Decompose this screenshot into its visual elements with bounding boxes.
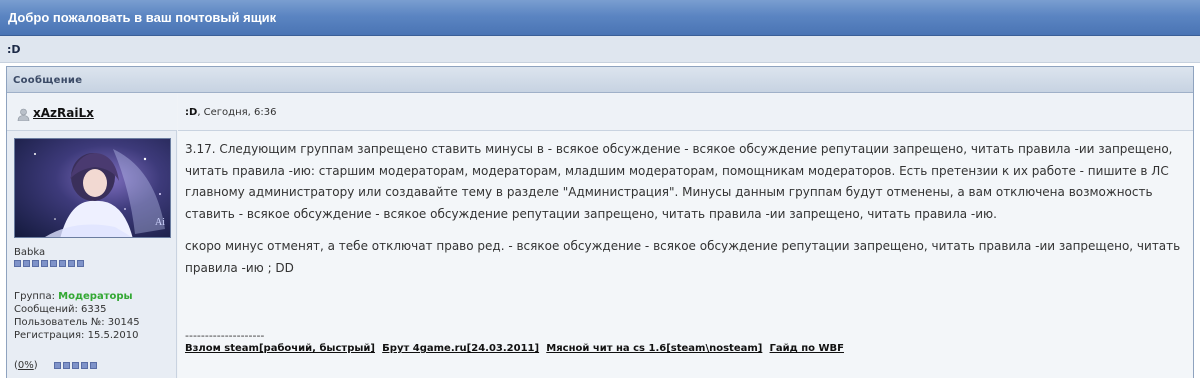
author-user-id: Пользователь №: 30145 — [14, 317, 140, 328]
signature-link[interactable]: Мясной чит на cs 1.6[steam\nosteam] — [546, 343, 762, 354]
avatar-image: Ai — [34, 149, 165, 237]
reputation-close-paren: ) — [33, 360, 38, 371]
message-subject-bar: :D — [0, 36, 1200, 63]
reputation-line: (0%) — [14, 360, 38, 371]
page-title: Добро пожаловать в ваш почтовый ящик — [8, 10, 277, 25]
author-registered-date: Регистрация: 15.5.2010 — [14, 330, 139, 341]
author-posts-count: Сообщений: 6335 — [14, 304, 107, 315]
post-meta: :D, Сегодня, 6:36 — [185, 107, 276, 118]
reputation-pips — [54, 362, 97, 369]
group-value: Модераторы — [58, 291, 133, 302]
rank-pip — [59, 260, 66, 267]
rank-pip — [41, 260, 48, 267]
post-column: :D, Сегодня, 6:36 3.17. Следующим группа… — [178, 94, 1193, 378]
author-column: xAzRaiLx Ai Babka Группа: Модераторы Соо… — [7, 94, 177, 378]
post-body: 3.17. Следующим группам запрещено ставит… — [185, 139, 1185, 290]
author-group-line: Группа: Модераторы — [14, 291, 133, 302]
rank-pip — [68, 260, 75, 267]
reputation-pip — [81, 362, 88, 369]
rank-pip — [50, 260, 57, 267]
post-paragraph: скоро минус отменят, а тебе отключат пра… — [185, 239, 1181, 275]
signature-link[interactable]: Взлом steam[рабочий, быстрый] — [185, 343, 375, 354]
signature-divider: -------------------- — [185, 329, 265, 342]
rank-pip — [77, 260, 84, 267]
post-header: :D, Сегодня, 6:36 — [178, 94, 1193, 131]
author-header: xAzRaiLx — [7, 94, 177, 131]
post-subject: :D — [185, 107, 198, 118]
reputation-pip — [54, 362, 61, 369]
rank-pips — [14, 260, 84, 267]
message-subject: :D — [7, 43, 21, 56]
svg-text:Ai: Ai — [155, 217, 165, 228]
rank-pip — [23, 260, 30, 267]
user-icon — [17, 108, 30, 121]
reputation-pip — [90, 362, 97, 369]
signature-link[interactable]: Брут 4game.ru[24.03.2011] — [382, 343, 539, 354]
rank-pip — [14, 260, 21, 267]
author-title: Babka — [14, 247, 46, 258]
group-label: Группа: — [14, 291, 55, 302]
post-paragraph: 3.17. Следующим группам запрещено ставит… — [185, 142, 1173, 221]
author-username-link[interactable]: xAzRaiLx — [33, 106, 94, 120]
reputation-link[interactable]: 0% — [18, 360, 34, 371]
reputation-pip — [63, 362, 70, 369]
post-date: , Сегодня, 6:36 — [197, 107, 277, 118]
signature-links: Взлом steam[рабочий, быстрый] Брут 4game… — [185, 343, 848, 354]
post-signature: -------------------- Взлом steam[рабочий… — [185, 329, 848, 354]
message-panel-header: Сообщение — [7, 67, 1193, 93]
reputation-pip — [72, 362, 79, 369]
message-panel-heading: Сообщение — [13, 75, 83, 86]
page-header: Добро пожаловать в ваш почтовый ящик — [0, 0, 1200, 36]
rank-pip — [32, 260, 39, 267]
signature-link[interactable]: Гайд по WBF — [770, 343, 844, 354]
author-avatar[interactable]: Ai — [14, 138, 171, 238]
message-panel: Сообщение xAzRaiLx Ai Babka Группа: Моде… — [6, 66, 1194, 378]
